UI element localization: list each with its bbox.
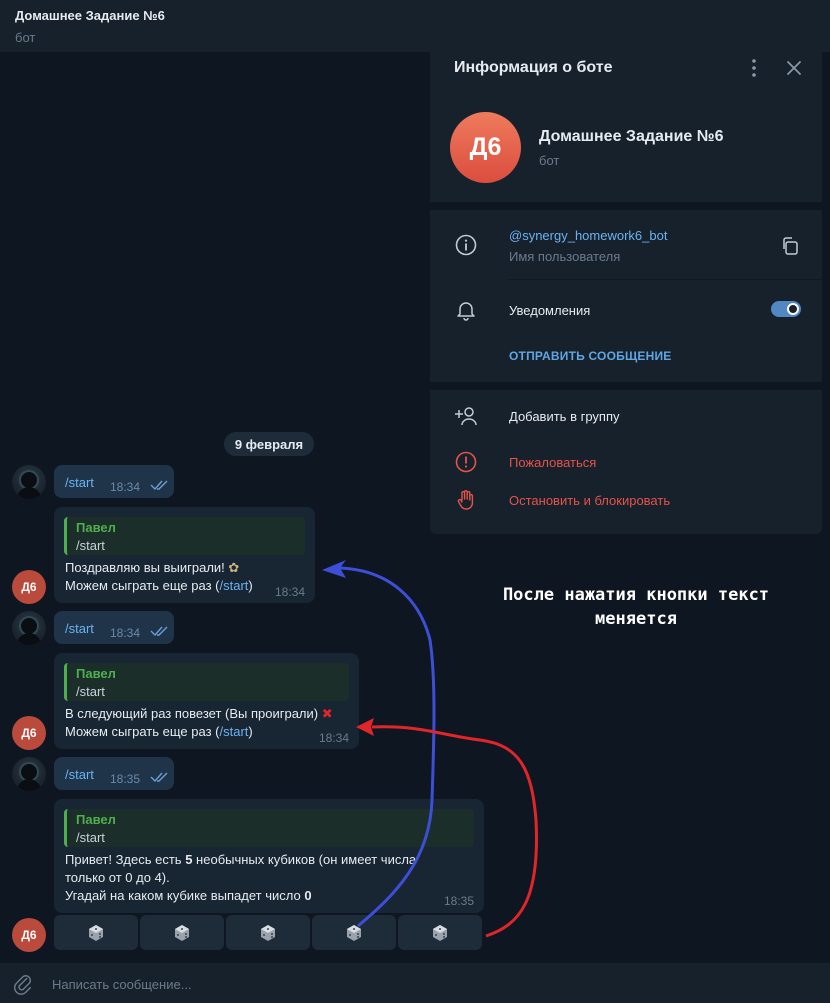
start-link[interactable]: /start xyxy=(219,578,248,593)
bot-avatar-large[interactable]: Д6 xyxy=(450,112,521,183)
notifications-label: Уведомления xyxy=(509,303,591,318)
bot-avatar[interactable]: Д6 xyxy=(12,570,46,604)
message-text: необычных кубиков (он имеет числа xyxy=(192,852,417,867)
outgoing-message[interactable]: /start 18:35 xyxy=(54,757,174,790)
double-check-icon xyxy=(150,772,168,783)
add-to-group-button[interactable]: Добавить в группу xyxy=(509,409,620,424)
message-text[interactable]: /start xyxy=(65,621,94,636)
message-line: В следующий раз повезет (Вы проиграли) ✖ xyxy=(65,705,333,723)
user-avatar[interactable] xyxy=(12,465,46,499)
paperclip-icon[interactable] xyxy=(12,973,34,995)
message-text: Можем сыграть еще раз ( xyxy=(65,724,220,739)
incoming-message[interactable]: Павел /start В следующий раз повезет (Вы… xyxy=(54,653,359,749)
reply-quote[interactable]: Павел /start xyxy=(64,517,305,555)
message-text: ) xyxy=(248,578,253,593)
toggle-knob xyxy=(787,303,799,315)
message-text: Угадай на каком кубике выпадет число xyxy=(65,888,305,903)
message-text[interactable]: /start xyxy=(65,767,94,782)
stop-hand-icon xyxy=(457,490,474,510)
quote-text: /start xyxy=(76,830,105,845)
quote-author: Павел xyxy=(76,812,116,827)
message-input[interactable]: Написать сообщение... xyxy=(52,977,192,992)
message-line: только от 0 до 4). xyxy=(65,870,170,885)
bot-username[interactable]: @synergy_homework6_bot xyxy=(509,228,667,243)
outgoing-message[interactable]: /start 18:34 xyxy=(54,611,174,644)
message-time: 18:34 xyxy=(110,626,141,640)
double-check-icon xyxy=(150,626,168,637)
dice-button-5[interactable] xyxy=(398,915,482,950)
notifications-toggle[interactable] xyxy=(771,301,801,317)
username-caption: Имя пользователя xyxy=(509,249,621,264)
message-time: 18:34 xyxy=(275,585,306,599)
double-check-icon xyxy=(150,480,168,491)
message-time: 18:35 xyxy=(110,772,141,786)
bot-avatar[interactable]: Д6 xyxy=(12,918,46,952)
message-line: Поздравляю вы выиграли! ✿ xyxy=(65,559,239,577)
message-text: Привет! Здесь есть xyxy=(65,852,186,867)
dice-icon xyxy=(433,924,447,941)
user-avatar[interactable] xyxy=(12,757,46,791)
pinwheel-emoji-icon: ✿ xyxy=(228,560,240,575)
message-time: 18:35 xyxy=(444,894,475,908)
blue-arrowhead xyxy=(322,560,346,578)
bot-info-panel: Информация о боте Д6 Домашнее Задание №6… xyxy=(430,39,822,534)
message-line: Угадай на каком кубике выпадет число 0 xyxy=(65,887,312,905)
dice-button-1[interactable] xyxy=(54,915,138,950)
section-divider xyxy=(430,382,822,390)
dice-icon xyxy=(347,924,361,941)
annotation-line: После нажатия кнопки текст xyxy=(502,585,770,605)
dice-button-4[interactable] xyxy=(312,915,396,950)
report-button[interactable]: Пожаловаться xyxy=(509,455,596,470)
message-text: ) xyxy=(248,724,253,739)
message-text: Можем сыграть еще раз ( xyxy=(65,578,220,593)
panel-title: Информация о боте xyxy=(454,59,613,76)
message-line: Можем сыграть еще раз (/start) xyxy=(65,723,253,741)
block-bot-button[interactable]: Остановить и блокировать xyxy=(509,493,670,508)
close-icon[interactable] xyxy=(784,57,804,79)
dice-icon xyxy=(89,924,103,941)
incoming-message[interactable]: Павел /start Поздравляю вы выиграли! ✿ М… xyxy=(54,507,315,603)
inline-keyboard xyxy=(54,915,482,950)
quote-text: /start xyxy=(76,684,105,699)
message-line: Привет! Здесь есть 5 необычных кубиков (… xyxy=(65,851,416,869)
user-avatar[interactable] xyxy=(12,611,46,645)
quote-author: Павел xyxy=(76,666,116,681)
send-message-button[interactable]: ОТПРАВИТЬ СООБЩЕНИЕ xyxy=(509,349,671,363)
message-text: Поздравляю вы выиграли! xyxy=(65,560,225,575)
reply-quote[interactable]: Павел /start xyxy=(64,663,349,701)
message-line: Можем сыграть еще раз (/start) xyxy=(65,577,253,595)
start-link[interactable]: /start xyxy=(219,724,248,739)
date-separator: 9 февраля xyxy=(224,432,314,456)
bot-type: бот xyxy=(539,153,560,168)
annotation-text: После нажатия кнопки текст меняется xyxy=(466,583,806,631)
bot-name: Домашнее Задание №6 xyxy=(539,128,724,145)
report-icon xyxy=(455,451,477,473)
dice-icon xyxy=(261,924,275,941)
more-vertical-icon[interactable] xyxy=(744,57,764,79)
dice-icon xyxy=(175,924,189,941)
cross-mark-emoji-icon: ✖ xyxy=(321,706,333,721)
message-bold-number: 0 xyxy=(304,888,312,903)
info-icon xyxy=(455,234,477,256)
quote-text: /start xyxy=(76,538,105,553)
bot-avatar[interactable]: Д6 xyxy=(12,716,46,750)
quote-author: Павел xyxy=(76,520,116,535)
section-divider xyxy=(430,202,822,210)
bell-icon xyxy=(457,302,475,321)
annotation-line: меняется xyxy=(595,609,677,629)
incoming-message[interactable]: Павел /start Привет! Здесь есть 5 необыч… xyxy=(54,799,484,913)
reply-quote[interactable]: Павел /start xyxy=(64,809,474,847)
message-input-bar: Написать сообщение... xyxy=(0,963,830,1003)
add-user-icon xyxy=(455,407,477,426)
message-text: В следующий раз повезет (Вы проиграли) xyxy=(65,706,319,721)
message-text[interactable]: /start xyxy=(65,475,94,490)
dice-button-3[interactable] xyxy=(226,915,310,950)
outgoing-message[interactable]: /start 18:34 xyxy=(54,465,174,498)
dice-button-2[interactable] xyxy=(140,915,224,950)
chat-title[interactable]: Домашнее Задание №6 xyxy=(15,8,815,23)
message-time: 18:34 xyxy=(319,731,350,745)
row-divider xyxy=(509,279,822,280)
message-time: 18:34 xyxy=(110,480,141,494)
copy-icon[interactable] xyxy=(780,236,800,256)
